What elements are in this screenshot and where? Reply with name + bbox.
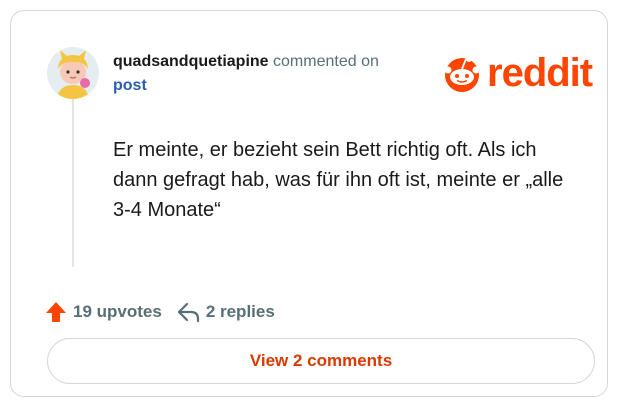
post-link[interactable]: post [113,75,379,97]
comment-header: quadsandquetiapine commented on post [113,51,379,97]
avatar[interactable] [47,47,99,99]
reddit-snoo-icon [444,56,480,92]
upvotes-stat[interactable]: 19 upvotes [45,301,162,323]
username[interactable]: quadsandquetiapine [113,53,269,70]
comment-stats: 19 upvotes 2 replies [45,301,275,323]
reddit-logo[interactable]: reddit [439,51,593,95]
replies-stat[interactable]: 2 replies [176,301,275,323]
upvotes-count: 19 upvotes [73,302,162,321]
avatar-icon [47,47,99,99]
reddit-wordmark: reddit [487,51,593,95]
comment-card: quadsandquetiapine commented on post red… [10,10,608,397]
reply-arrow-icon [177,302,199,323]
replies-count: 2 replies [205,302,275,321]
view-comments-button[interactable]: View 2 comments [47,338,595,384]
upvote-arrow-icon [46,302,66,322]
action-text: commented on [268,53,379,70]
thread-line [72,97,74,267]
comment-body: Er meinte, er bezieht sein Bett richtig … [113,139,564,221]
